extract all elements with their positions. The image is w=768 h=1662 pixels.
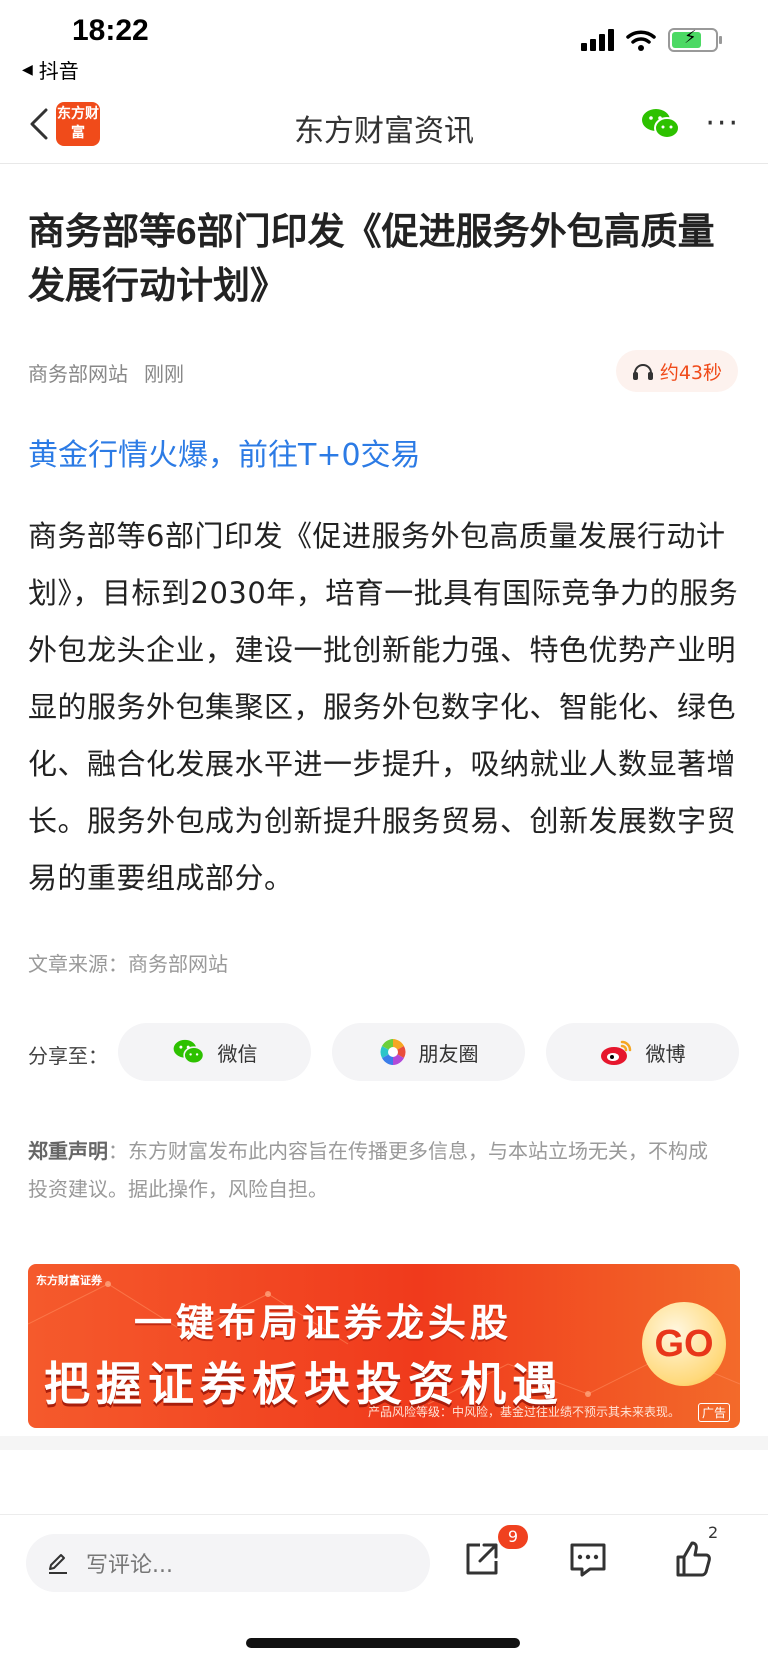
article-title: 商务部等6部门印发《促进服务外包高质量发展行动计划》	[28, 211, 715, 306]
banner-headline: 一键布局证券龙头股	[134, 1303, 513, 1345]
banner-go-button[interactable]: GO	[642, 1302, 726, 1386]
back-app-label: 抖音	[38, 59, 79, 83]
home-indicator	[246, 1638, 520, 1648]
nav-bar: 东方财富 东方财富资讯 ···	[0, 90, 768, 164]
disclaimer-text: ：东方财富发布此内容旨在传播更多信息，与本站立场无关，不构成投资建议。据此操作，…	[28, 1139, 708, 1201]
article-meta: 商务部网站 刚刚	[28, 358, 184, 387]
back-triangle-icon: ◀	[22, 61, 33, 78]
comment-placeholder: 写评论...	[86, 1553, 173, 1578]
wechat-icon[interactable]	[640, 106, 682, 142]
wechat-icon	[173, 1039, 204, 1065]
article-source-line: 文章来源：商务部网站	[28, 952, 228, 976]
listen-duration: 约43秒	[659, 361, 722, 384]
share-wechat-label: 微信	[217, 1041, 258, 1066]
share-moments-button[interactable]: 朋友圈	[332, 1023, 525, 1081]
bottom-toolbar: 写评论... 9 2	[0, 1514, 768, 1614]
battery-charging-icon: ⚡	[668, 27, 722, 52]
signal-icon	[581, 29, 614, 51]
article-source: 商务部网站	[28, 362, 128, 386]
gold-trading-link[interactable]: 黄金行情火爆，前往T+0交易	[28, 430, 421, 474]
section-divider	[0, 1436, 768, 1450]
status-time: 18:22	[72, 14, 149, 47]
wifi-icon	[626, 30, 656, 51]
disclaimer-label: 郑重声明	[28, 1139, 108, 1163]
article-body: 商务部等6部门印发《促进服务外包高质量发展行动计划》，目标到2030年，培育一批…	[28, 519, 739, 895]
banner-brand: 东方财富证券	[36, 1274, 102, 1287]
more-icon[interactable]: ···	[705, 106, 740, 141]
ad-label: 广告	[697, 1403, 730, 1422]
article-time: 刚刚	[144, 362, 184, 386]
share-wechat-button[interactable]: 微信	[118, 1023, 311, 1081]
like-icon[interactable]	[672, 1537, 716, 1581]
status-icons: ⚡	[581, 27, 722, 52]
share-weibo-label: 微博	[645, 1041, 686, 1066]
share-weibo-button[interactable]: 微博	[546, 1023, 739, 1081]
share-moments-label: 朋友圈	[418, 1041, 479, 1066]
banner-risk-text: 产品风险等级：中风险，基金过往业绩不预示其未来表现。	[367, 1405, 680, 1419]
weibo-icon	[600, 1040, 631, 1065]
back-to-app[interactable]: ◀ 抖音	[22, 55, 79, 84]
headphones-icon	[632, 364, 653, 380]
share-label: 分享至：	[28, 1044, 108, 1068]
comment-input[interactable]: 写评论...	[26, 1534, 430, 1592]
share-count-badge: 9	[498, 1525, 528, 1549]
like-count: 2	[708, 1523, 719, 1542]
disclaimer: 郑重声明：东方财富发布此内容旨在传播更多信息，与本站立场无关，不构成投资建议。据…	[28, 1132, 718, 1208]
comment-icon[interactable]	[566, 1537, 610, 1581]
status-bar: 18:22 ◀ 抖音 ⚡	[0, 0, 768, 90]
pencil-icon	[49, 1554, 67, 1574]
moments-icon	[379, 1039, 406, 1065]
share-icon[interactable]	[460, 1537, 504, 1581]
listen-button[interactable]: 约43秒	[615, 350, 738, 392]
ad-banner[interactable]: 东方财富证券 一键布局证券龙头股 把握证券板块投资机遇 GO 产品风险等级：中风…	[28, 1264, 740, 1428]
